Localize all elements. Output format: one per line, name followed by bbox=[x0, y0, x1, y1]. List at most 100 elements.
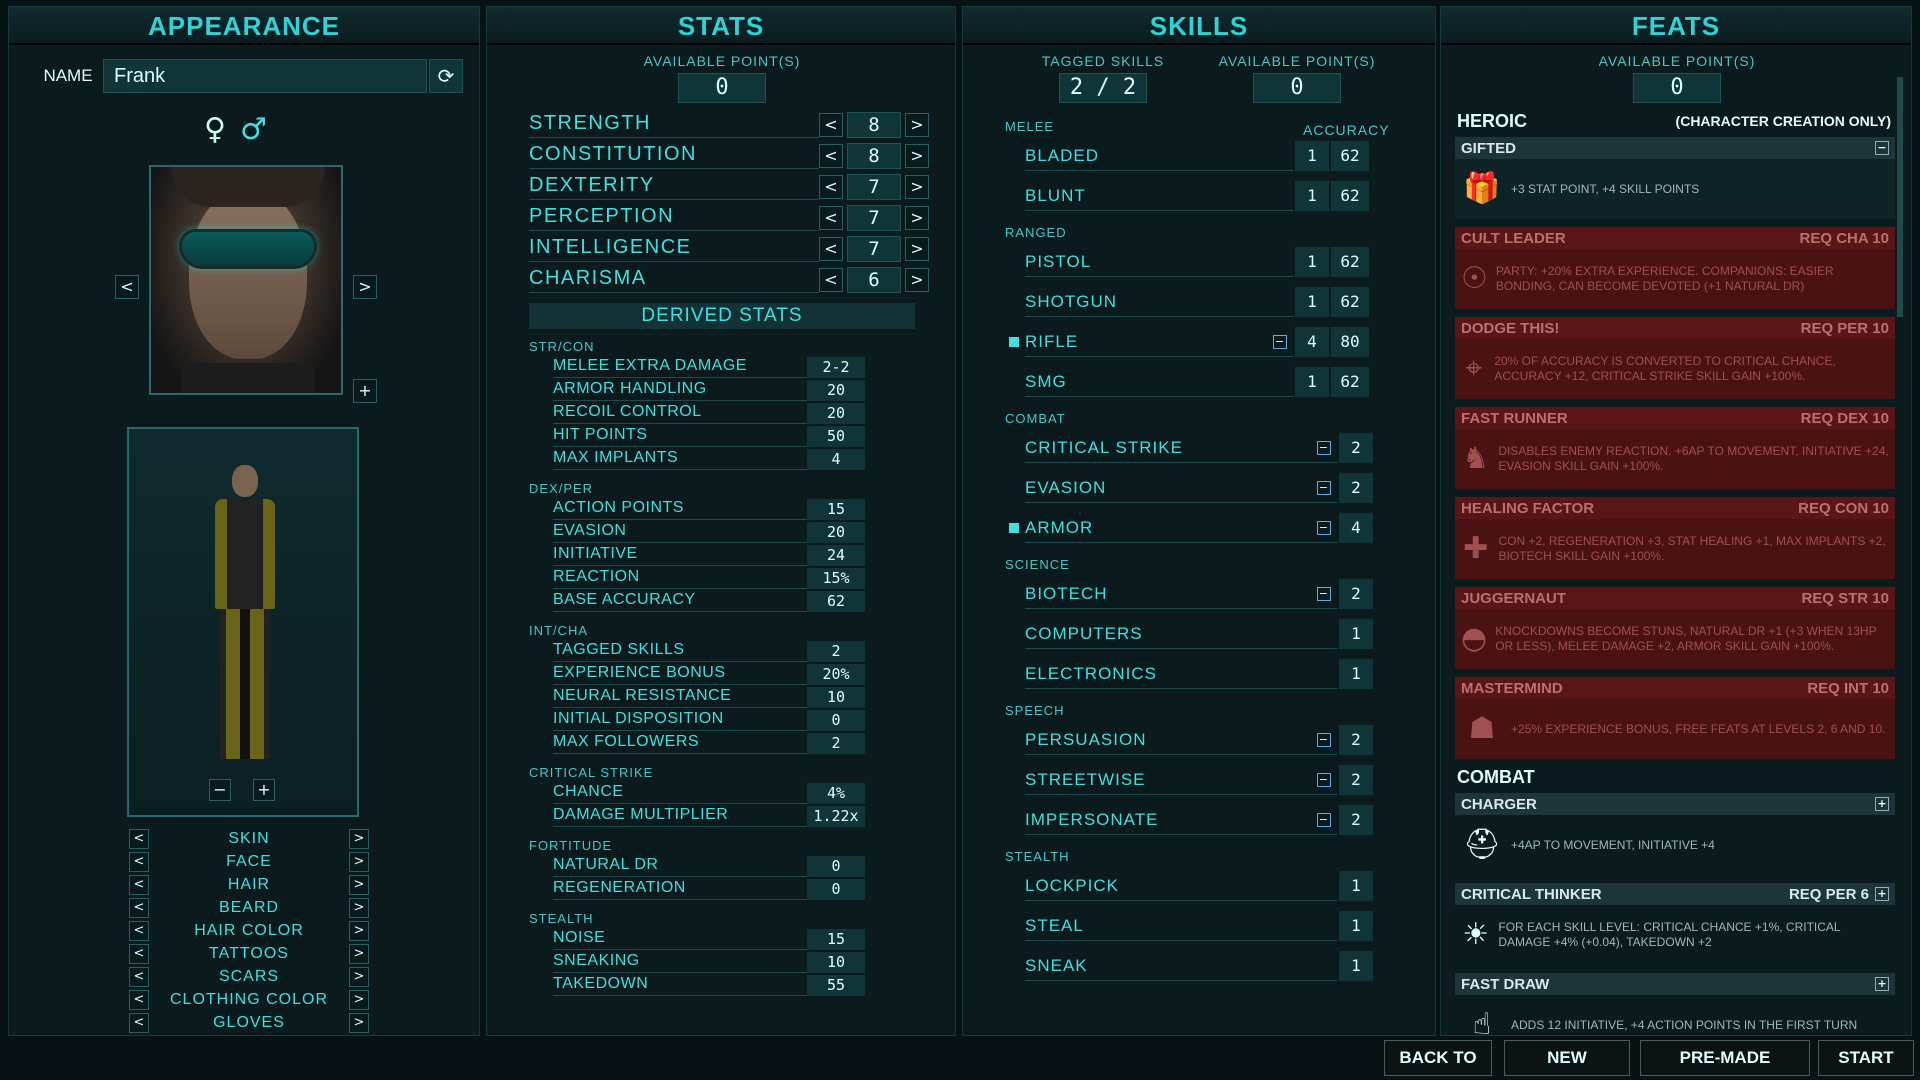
feat-header-right: REQ DEX 10 bbox=[1801, 410, 1889, 427]
male-icon[interactable]: ♂ bbox=[240, 112, 267, 147]
skill-name: COMPUTERS bbox=[1025, 619, 1337, 649]
derived-stat-row: REGENERATION 0 bbox=[553, 878, 957, 901]
customization-next-button[interactable]: > bbox=[348, 851, 369, 872]
skill-decrease-button[interactable]: − bbox=[1273, 335, 1287, 349]
attribute-increase-button[interactable]: > bbox=[905, 205, 929, 230]
customization-next-button[interactable]: > bbox=[348, 920, 369, 941]
customization-prev-button[interactable]: < bbox=[129, 989, 149, 1010]
portrait-goggles bbox=[179, 229, 317, 269]
portrait-next-button[interactable]: > bbox=[353, 275, 377, 299]
new-character-button[interactable]: NEW CHARACTER bbox=[1504, 1040, 1630, 1076]
feat-header: FAST RUNNER REQ DEX 10 bbox=[1455, 407, 1895, 429]
female-icon[interactable]: ♀ bbox=[204, 112, 226, 147]
skill-decrease-button[interactable]: − bbox=[1317, 587, 1331, 601]
customization-prev-button[interactable]: < bbox=[129, 1012, 149, 1033]
heroic-section-note: (CHARACTER CREATION ONLY) bbox=[1675, 113, 1891, 129]
skill-decrease-button[interactable]: − bbox=[1317, 733, 1331, 747]
skill-label: RIFLE bbox=[1025, 332, 1079, 351]
skill-name: LOCKPICK bbox=[1025, 871, 1337, 901]
skill-level: 1 bbox=[1295, 247, 1329, 277]
skill-label: CRITICAL STRIKE bbox=[1025, 438, 1183, 457]
portrait-add-button[interactable]: + bbox=[353, 379, 377, 403]
attribute-increase-button[interactable]: > bbox=[905, 112, 929, 137]
attribute-decrease-button[interactable]: < bbox=[819, 174, 843, 199]
portrait-prev-button[interactable]: < bbox=[115, 275, 139, 299]
back-to-menu-button[interactable]: BACK TO MENU bbox=[1384, 1040, 1492, 1076]
premade-character-button[interactable]: PRE-MADE CHARACTER bbox=[1640, 1040, 1810, 1076]
start-game-button[interactable]: START GAME bbox=[1818, 1040, 1914, 1076]
attribute-decrease-button[interactable]: < bbox=[819, 112, 843, 137]
skill-decrease-button[interactable]: − bbox=[1317, 481, 1331, 495]
attribute-decrease-button[interactable]: < bbox=[819, 143, 843, 168]
feat-card[interactable]: GIFTED − 🎁 +3 STAT POINT, +4 SKILL POINTS bbox=[1455, 137, 1895, 219]
feat-card[interactable]: CULT LEADER REQ CHA 10 ☉ PARTY: +20% EXTRA … bbox=[1455, 227, 1895, 309]
customization-prev-button[interactable]: < bbox=[129, 851, 149, 872]
feat-requirement: REQ INT 10 bbox=[1807, 679, 1889, 697]
customization-prev-button[interactable]: < bbox=[129, 874, 149, 895]
skill-level: 1 bbox=[1339, 911, 1373, 941]
attribute-increase-button[interactable]: > bbox=[905, 174, 929, 199]
feat-add-button[interactable]: + bbox=[1875, 977, 1889, 991]
skill-level: 4 bbox=[1295, 327, 1329, 357]
zoom-in-button[interactable]: + bbox=[253, 779, 275, 801]
stats-available-label: AVAILABLE POINT(S) bbox=[643, 53, 801, 69]
derived-stat-value: 20 bbox=[807, 403, 865, 424]
feat-add-button[interactable]: + bbox=[1875, 797, 1889, 811]
skills-panel: SKILLS TAGGED SKILLS 2 / 2 AVAILABLE POI… bbox=[962, 6, 1436, 1036]
customization-row: < GLOVES > bbox=[129, 1011, 369, 1034]
customization-next-button[interactable]: > bbox=[349, 897, 369, 918]
customization-prev-button[interactable]: < bbox=[129, 828, 149, 849]
customization-prev-button[interactable]: < bbox=[129, 966, 149, 987]
customization-next-button[interactable]: > bbox=[349, 966, 369, 987]
zoom-out-button[interactable]: − bbox=[209, 779, 231, 801]
skill-level: 1 bbox=[1339, 659, 1373, 689]
customization-prev-button[interactable]: < bbox=[129, 897, 149, 918]
customization-next-button[interactable]: > bbox=[349, 828, 369, 849]
skill-decrease-button[interactable]: − bbox=[1317, 441, 1331, 455]
tagged-skills-label: TAGGED SKILLS bbox=[1041, 53, 1165, 69]
skill-decrease-button[interactable]: − bbox=[1317, 521, 1331, 535]
attribute-increase-button[interactable]: > bbox=[905, 143, 929, 168]
feat-card[interactable]: CRITICAL THINKER REQ PER 6 + ☀ FOR EACH SKIL… bbox=[1455, 883, 1895, 965]
skill-decrease-button[interactable]: − bbox=[1317, 773, 1331, 787]
feat-name: JUGGERNAUT bbox=[1461, 589, 1567, 607]
feat-card[interactable]: FAST RUNNER REQ DEX 10 ♞ DISABLES ENEMY REA… bbox=[1455, 407, 1895, 489]
feat-card[interactable]: MASTERMIND REQ INT 10 ☗ +25% EXPERIENCE BON… bbox=[1455, 677, 1895, 759]
attribute-decrease-button[interactable]: < bbox=[819, 205, 843, 230]
feat-description: FOR EACH SKILL LEVEL: CRITICAL CHANCE +1… bbox=[1498, 920, 1841, 949]
customization-prev-button[interactable]: < bbox=[129, 943, 149, 964]
feat-remove-button[interactable]: − bbox=[1875, 141, 1889, 155]
customization-next-button[interactable]: > bbox=[348, 989, 369, 1010]
derived-stat-value: 4 bbox=[807, 449, 865, 470]
customization-next-button[interactable]: > bbox=[348, 943, 369, 964]
attribute-value: 7 bbox=[847, 173, 901, 200]
customization-prev-button[interactable]: < bbox=[129, 920, 149, 941]
feat-name: FAST DRAW bbox=[1461, 975, 1550, 993]
customization-list: < SKIN > < FACE > < HAIR > < BEARD > < HAIR COLOR > < TA… bbox=[129, 827, 369, 1034]
skills-available-label: AVAILABLE POINT(S) bbox=[1218, 53, 1376, 69]
attribute-decrease-button[interactable]: < bbox=[819, 236, 843, 261]
skill-label: PISTOL bbox=[1025, 252, 1092, 271]
attribute-increase-button[interactable]: > bbox=[905, 267, 929, 292]
skill-decrease-button[interactable]: − bbox=[1317, 813, 1331, 827]
customization-label: CLOTHING COLOR bbox=[169, 990, 328, 1008]
attribute-decrease-button[interactable]: < bbox=[819, 267, 843, 292]
feat-add-button[interactable]: + bbox=[1875, 887, 1889, 901]
attribute-increase-button[interactable]: > bbox=[905, 236, 929, 261]
feat-body: ⌖ 20% OF ACCURACY IS CONVERTED TO CRITICA… bbox=[1455, 339, 1895, 399]
heroic-section-title: HEROIC bbox=[1457, 111, 1528, 131]
randomize-name-button[interactable]: ⟳ bbox=[429, 59, 463, 93]
customization-next-button[interactable]: > bbox=[349, 1012, 369, 1033]
skill-name: PISTOL bbox=[1025, 247, 1293, 277]
feat-header: HEALING FACTOR REQ CON 10 bbox=[1455, 497, 1895, 519]
feats-scrollbar[interactable] bbox=[1897, 77, 1903, 317]
feat-card[interactable]: JUGGERNAUT REQ STR 10 ◓ KNOCKDOWNS BECOME S… bbox=[1455, 587, 1895, 669]
feat-card[interactable]: HEALING FACTOR REQ CON 10 ✚ CON +2, REGENER… bbox=[1455, 497, 1895, 579]
customization-next-button[interactable]: > bbox=[348, 874, 369, 895]
feat-body: ☉ PARTY: +20% EXTRA EXPERIENCE. COMPANION… bbox=[1455, 249, 1895, 309]
feat-card[interactable]: CHARGER + ⛑ +4AP TO MOVEMENT, INITIATIVE +4 bbox=[1455, 793, 1895, 875]
feat-card[interactable]: DODGE THIS! REQ PER 10 ⌖ 20% OF ACCURACY IS… bbox=[1455, 317, 1895, 399]
character-model bbox=[215, 465, 275, 759]
appearance-panel: APPEARANCE NAME Frank ⟳ ♀ ♂ < > + − + < SK… bbox=[8, 6, 480, 1036]
name-input[interactable]: Frank bbox=[103, 59, 427, 93]
